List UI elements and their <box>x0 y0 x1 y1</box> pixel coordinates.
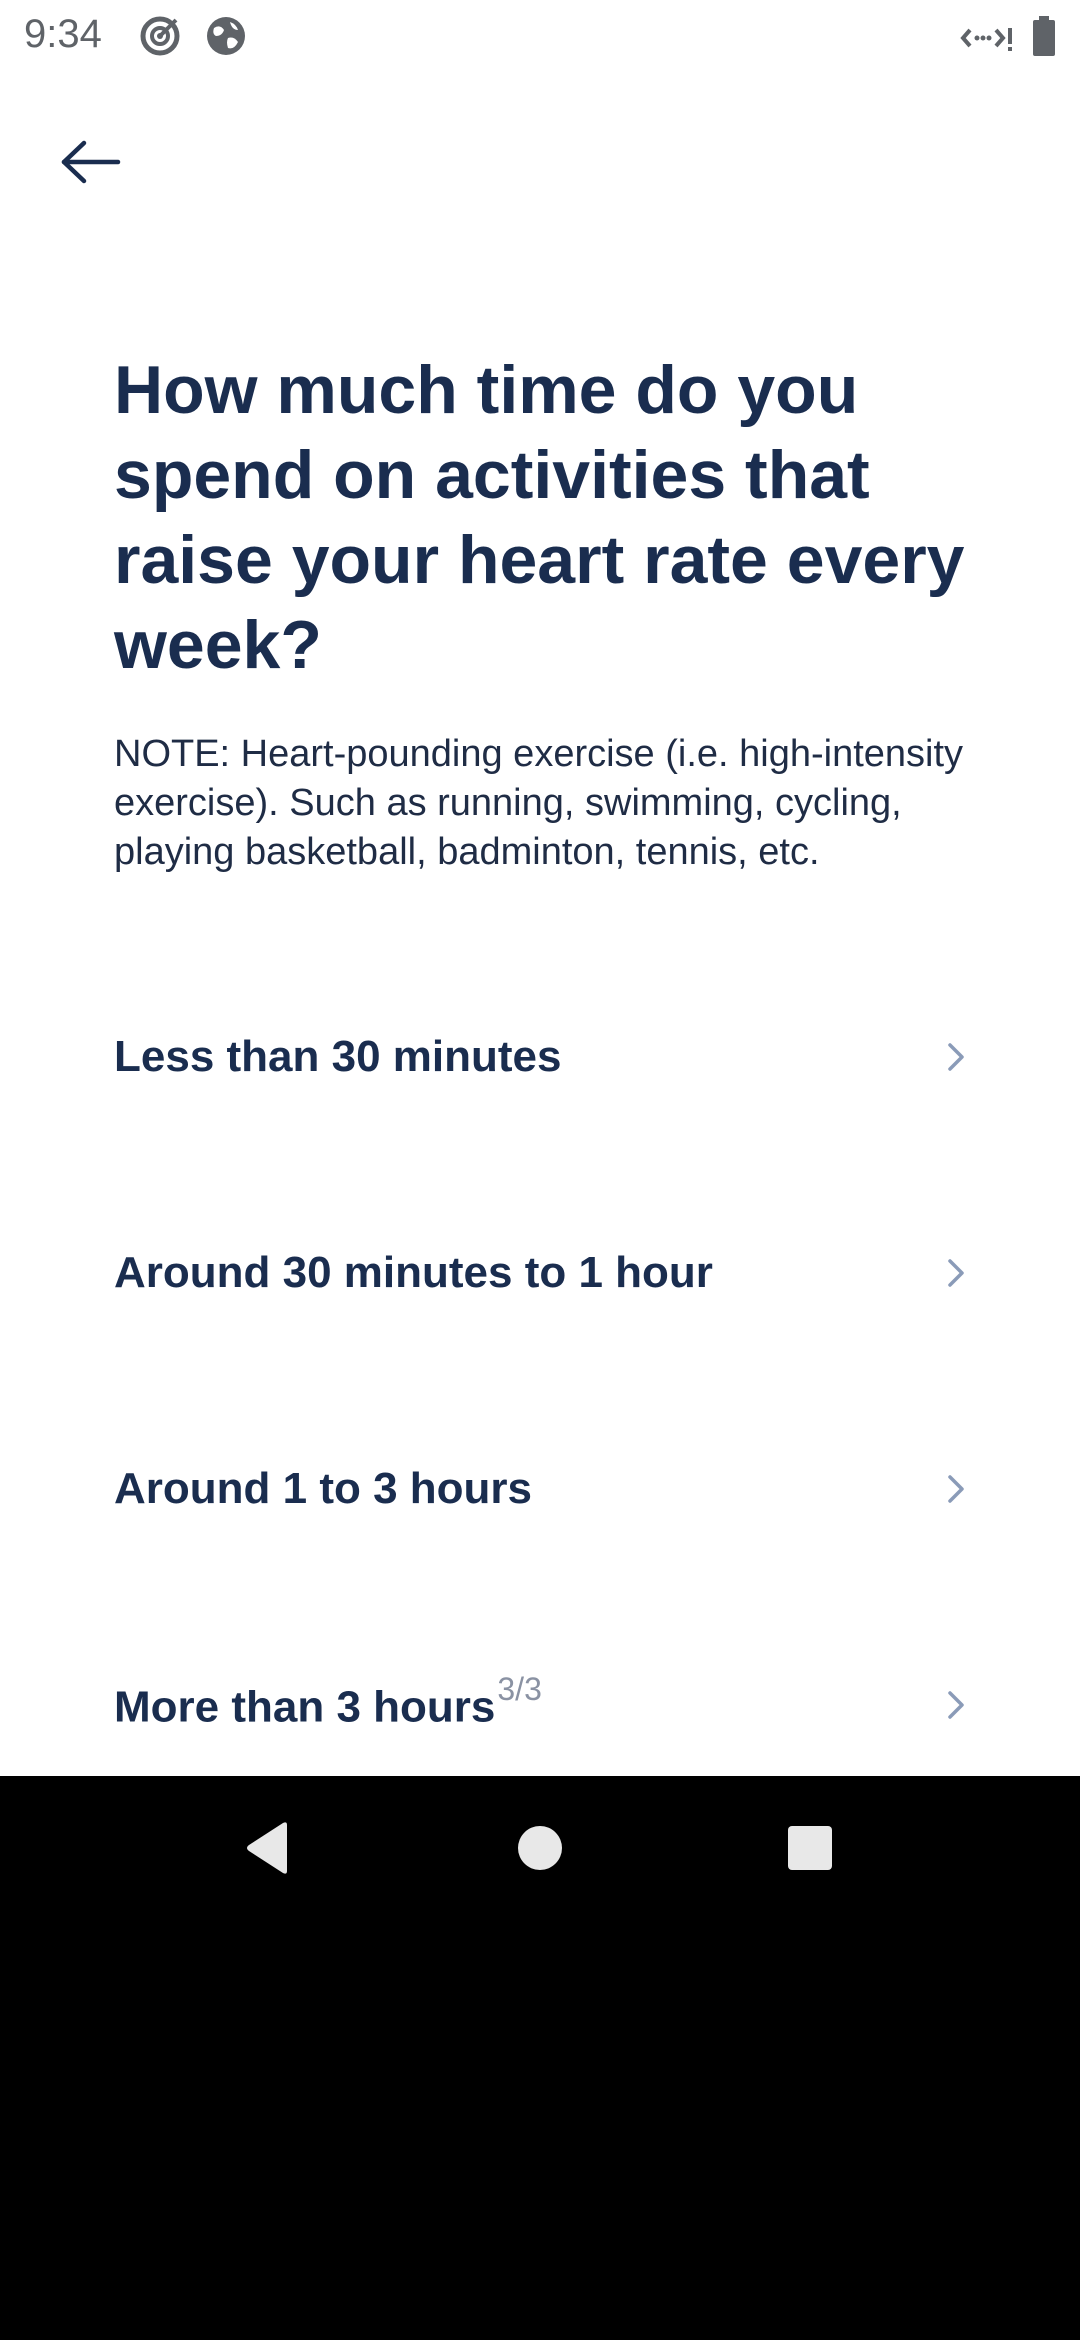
chevron-right-icon <box>948 1043 964 1071</box>
battery-icon <box>1033 16 1055 56</box>
nav-home-button[interactable] <box>490 1798 590 1898</box>
nav-back-button[interactable] <box>218 1798 318 1898</box>
page-indicator: 3/3 <box>497 1671 542 1708</box>
option-more-than-3-hours[interactable]: More than 3 hours3/3 <box>114 1645 974 1765</box>
option-label: Around 1 to 3 hours <box>114 1464 532 1513</box>
option-30-minutes-to-1-hour[interactable]: Around 30 minutes to 1 hour <box>114 1213 974 1333</box>
option-less-than-30-minutes[interactable]: Less than 30 minutes <box>114 997 974 1117</box>
chevron-right-icon <box>948 1475 964 1503</box>
option-label: More than 3 hours3/3 <box>114 1671 542 1733</box>
recents-square-icon <box>788 1826 832 1870</box>
home-circle-icon <box>518 1826 562 1870</box>
globe-icon <box>207 17 245 55</box>
back-button[interactable] <box>46 124 134 200</box>
option-label: Around 30 minutes to 1 hour <box>114 1248 713 1297</box>
navigation-bar <box>0 1776 1080 1920</box>
option-1-to-3-hours[interactable]: Around 1 to 3 hours <box>114 1429 974 1549</box>
chevron-right-icon <box>948 1259 964 1287</box>
back-triangle-icon <box>247 1822 287 1874</box>
question-note: NOTE: Heart-pounding exercise (i.e. high… <box>114 733 964 873</box>
nav-recents-button[interactable] <box>760 1798 860 1898</box>
option-label: Less than 30 minutes <box>114 1032 562 1081</box>
target-icon <box>140 16 180 56</box>
status-bar: 9:34 <box>0 0 1080 72</box>
question-title: How much time do you spend on activities… <box>114 352 965 683</box>
app-screen: 9:34 How much time do you spend on activ… <box>0 0 1080 1776</box>
network-icon <box>960 28 1012 51</box>
option-label-text: More than 3 hours <box>114 1682 496 1732</box>
status-time: 9:34 <box>24 12 102 56</box>
arrow-left-icon <box>61 140 121 184</box>
chevron-right-icon <box>948 1691 964 1719</box>
